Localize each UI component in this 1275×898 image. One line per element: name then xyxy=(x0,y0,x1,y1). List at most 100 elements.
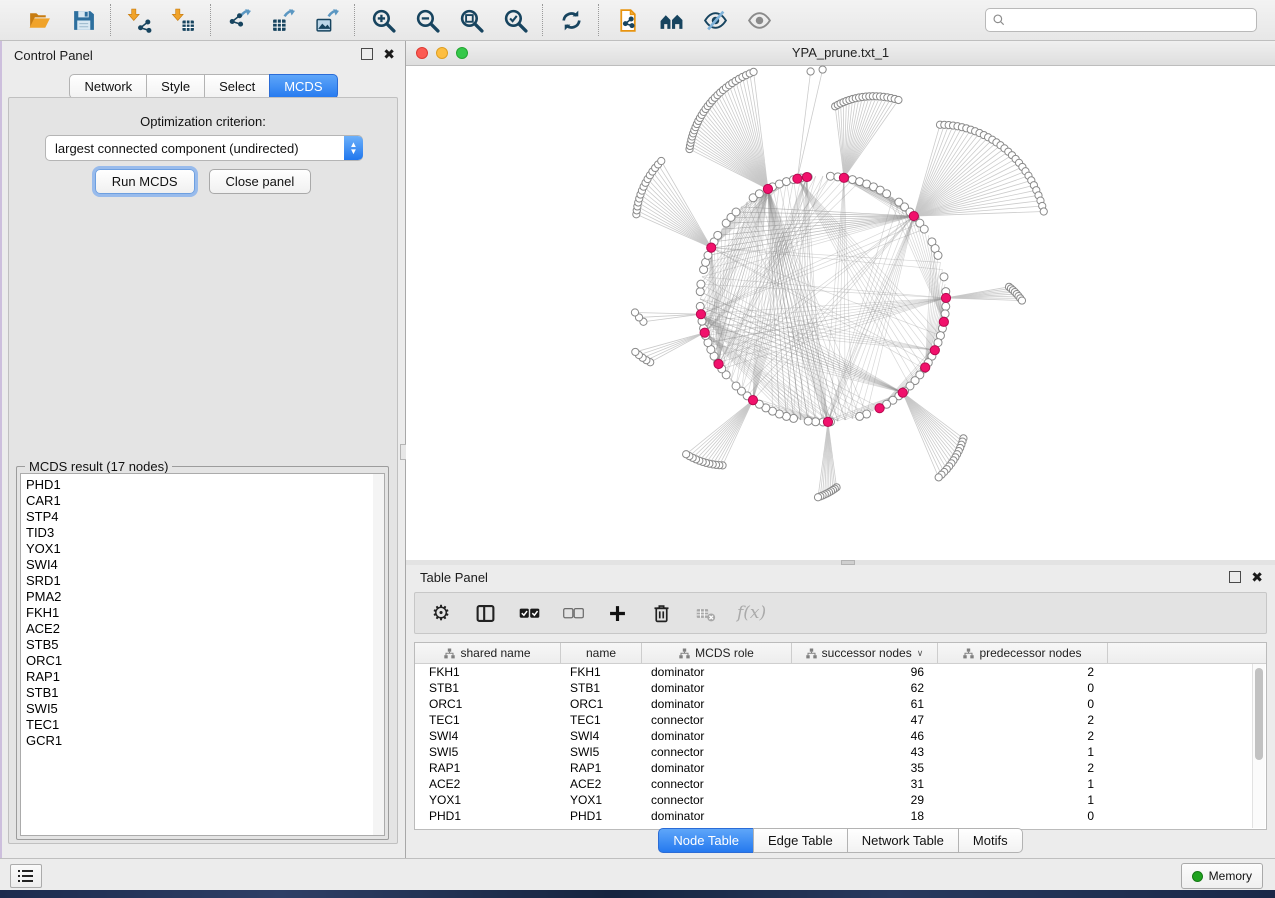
close-panel-button[interactable]: Close panel xyxy=(209,169,312,194)
network-leaf-node[interactable] xyxy=(631,309,638,316)
table-row[interactable]: ORC1ORC1dominator610 xyxy=(415,696,1266,712)
tab-style[interactable]: Style xyxy=(146,74,205,99)
table-row[interactable]: YOX1YOX1connector291 xyxy=(415,792,1266,808)
zoom-fit-icon[interactable] xyxy=(458,7,484,33)
mcds-node[interactable] xyxy=(700,328,709,337)
mcds-result-list[interactable]: PHD1CAR1STP4TID3YOX1SWI4SRD1PMA2FKH1ACE2… xyxy=(20,473,374,836)
mcds-node[interactable] xyxy=(696,310,705,319)
refresh-layout-icon[interactable] xyxy=(558,7,584,33)
mcds-node[interactable] xyxy=(707,243,716,252)
tab-mcds[interactable]: MCDS xyxy=(269,74,337,99)
mcds-node[interactable] xyxy=(941,293,950,302)
network-leaf-node[interactable] xyxy=(895,96,902,103)
open-file-icon[interactable] xyxy=(26,7,52,33)
network-leaf-node[interactable] xyxy=(1040,208,1047,215)
network-leaf-node[interactable] xyxy=(814,494,821,501)
column-header-predecessor-nodes[interactable]: predecessor nodes xyxy=(938,643,1108,663)
network-node[interactable] xyxy=(940,273,948,281)
network-canvas[interactable] xyxy=(406,65,1275,560)
zoom-out-icon[interactable] xyxy=(414,7,440,33)
table-row[interactable]: SWI5SWI5connector431 xyxy=(415,744,1266,760)
tab-select[interactable]: Select xyxy=(204,74,270,99)
new-network-from-selection-icon[interactable] xyxy=(614,7,640,33)
column-header-name[interactable]: name xyxy=(561,643,642,663)
result-node[interactable]: TID3 xyxy=(26,525,373,541)
mcds-node[interactable] xyxy=(823,417,832,426)
tab-network[interactable]: Network xyxy=(69,74,147,99)
import-network-icon[interactable] xyxy=(126,7,152,33)
close-panel-icon[interactable]: ✖ xyxy=(383,49,395,59)
tab-edge-table[interactable]: Edge Table xyxy=(753,828,848,853)
column-header-successor-nodes[interactable]: successor nodes∨ xyxy=(792,643,938,663)
table-scrollbar[interactable] xyxy=(1252,664,1265,828)
list-view-button[interactable] xyxy=(10,864,42,888)
result-node[interactable]: STB1 xyxy=(26,685,373,701)
export-table-icon[interactable] xyxy=(270,7,296,33)
network-node[interactable] xyxy=(714,231,722,239)
select-all-icon[interactable] xyxy=(517,601,541,625)
mcds-node[interactable] xyxy=(714,359,723,368)
network-node[interactable] xyxy=(826,172,834,180)
export-image-icon[interactable] xyxy=(314,7,340,33)
table-row[interactable]: RAP1RAP1dominator352 xyxy=(415,760,1266,776)
close-panel-icon[interactable]: ✖ xyxy=(1251,572,1263,582)
tab-network-table[interactable]: Network Table xyxy=(847,828,959,853)
save-session-icon[interactable] xyxy=(70,7,96,33)
first-neighbors-icon[interactable] xyxy=(658,7,684,33)
network-leaf-node[interactable] xyxy=(819,66,826,73)
zoom-selected-icon[interactable] xyxy=(502,7,528,33)
network-node[interactable] xyxy=(941,310,949,318)
scrollbar-thumb[interactable] xyxy=(1255,668,1263,760)
import-table-icon[interactable] xyxy=(170,7,196,33)
mcds-node[interactable] xyxy=(763,184,772,193)
result-node[interactable]: CAR1 xyxy=(26,493,373,509)
result-node[interactable]: TEC1 xyxy=(26,717,373,733)
column-header-shared-name[interactable]: shared name xyxy=(415,643,561,663)
show-all-icon[interactable] xyxy=(746,7,772,33)
table-row[interactable]: PHD1PHD1dominator180 xyxy=(415,808,1266,824)
result-node[interactable]: FKH1 xyxy=(26,605,373,621)
result-node[interactable]: SWI5 xyxy=(26,701,373,717)
network-node[interactable] xyxy=(732,208,740,216)
show-column-panel-icon[interactable] xyxy=(473,601,497,625)
table-row[interactable]: SWI4SWI4dominator462 xyxy=(415,728,1266,744)
result-node[interactable]: SWI4 xyxy=(26,557,373,573)
add-column-icon[interactable] xyxy=(605,601,629,625)
delete-column-icon[interactable] xyxy=(649,601,673,625)
network-leaf-node[interactable] xyxy=(807,68,814,75)
float-panel-icon[interactable] xyxy=(1229,571,1241,583)
memory-button[interactable]: Memory xyxy=(1181,863,1263,889)
column-header-MCDS-role[interactable]: MCDS role xyxy=(642,643,792,663)
table-row[interactable]: STB1STB1dominator620 xyxy=(415,680,1266,696)
network-leaf-node[interactable] xyxy=(750,68,757,75)
network-leaf-node[interactable] xyxy=(935,474,942,481)
hide-selected-icon[interactable] xyxy=(702,7,728,33)
zoom-in-icon[interactable] xyxy=(370,7,396,33)
result-node[interactable]: SRD1 xyxy=(26,573,373,589)
mcds-node[interactable] xyxy=(839,173,848,182)
network-leaf-node[interactable] xyxy=(658,157,665,164)
mcds-node[interactable] xyxy=(793,174,802,183)
result-node[interactable]: YOX1 xyxy=(26,541,373,557)
network-node[interactable] xyxy=(696,288,704,296)
mcds-node[interactable] xyxy=(909,211,918,220)
network-node[interactable] xyxy=(942,302,950,310)
result-list-scrollbar[interactable] xyxy=(373,473,385,836)
network-node[interactable] xyxy=(755,190,763,198)
mcds-node[interactable] xyxy=(802,172,811,181)
network-node[interactable] xyxy=(934,251,942,259)
deselect-all-icon[interactable] xyxy=(561,601,585,625)
network-node[interactable] xyxy=(856,412,864,420)
mcds-node[interactable] xyxy=(921,363,930,372)
network-leaf-node[interactable] xyxy=(683,451,690,458)
network-node[interactable] xyxy=(697,280,705,288)
result-node[interactable]: ORC1 xyxy=(26,653,373,669)
network-window-titlebar[interactable]: YPA_prune.txt_1 xyxy=(406,41,1275,66)
result-node[interactable]: STP4 xyxy=(26,509,373,525)
tab-node-table[interactable]: Node Table xyxy=(658,828,754,853)
network-node[interactable] xyxy=(732,382,740,390)
result-node[interactable]: ACE2 xyxy=(26,621,373,637)
export-network-icon[interactable] xyxy=(226,7,252,33)
search-box[interactable] xyxy=(985,8,1257,32)
table-row[interactable]: TEC1TEC1connector472 xyxy=(415,712,1266,728)
